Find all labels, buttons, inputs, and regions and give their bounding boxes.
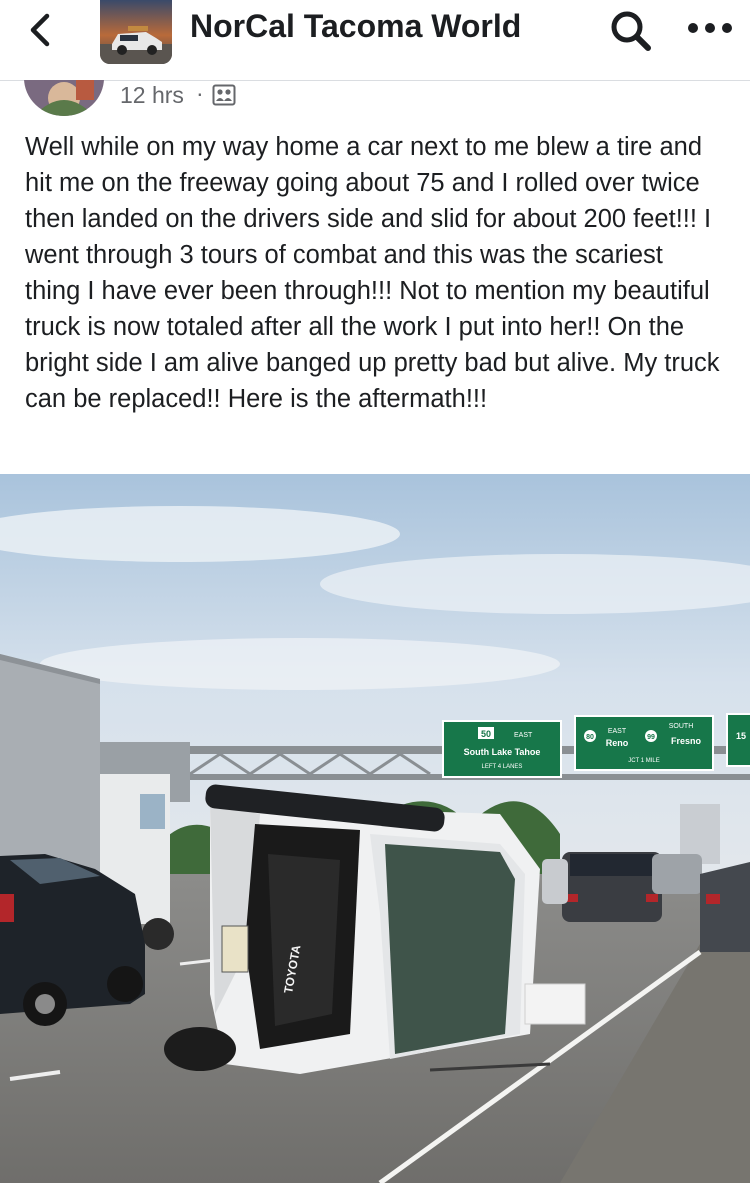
sign-mid-route-b: 99 bbox=[647, 734, 655, 741]
search-icon bbox=[611, 11, 651, 51]
top-navigation-bar: NorCal Tacoma World bbox=[0, 0, 750, 81]
sign-mid-direction-b: SOUTH bbox=[669, 723, 694, 730]
sign-left-route: 50 bbox=[481, 729, 491, 739]
sign-mid-distance: JCT 1 MILE bbox=[628, 758, 660, 764]
group-members-icon bbox=[212, 84, 236, 106]
sign-left-direction: EAST bbox=[514, 732, 533, 739]
sign-mid-destination-a: Reno bbox=[606, 738, 629, 748]
post-header: 12 hrs · bbox=[0, 80, 750, 120]
search-button[interactable] bbox=[606, 6, 654, 54]
group-title[interactable]: NorCal Tacoma World bbox=[190, 8, 521, 45]
sign-right-route: 15 bbox=[736, 731, 746, 741]
sign-left-destination: South Lake Tahoe bbox=[464, 747, 541, 757]
more-options-button[interactable] bbox=[684, 6, 738, 54]
sign-left-lanes: LEFT 4 LANES bbox=[482, 764, 523, 770]
post-body-text: Well while on my way home a car next to … bbox=[25, 133, 720, 413]
sign-mid-destination-b: Fresno bbox=[671, 736, 702, 746]
more-horizontal-icon bbox=[688, 23, 732, 33]
sign-mid-direction-a: EAST bbox=[608, 728, 627, 735]
post-timestamp[interactable]: 12 hrs bbox=[120, 82, 184, 109]
group-avatar[interactable] bbox=[100, 0, 172, 64]
post-photo[interactable]: 50 EAST South Lake Tahoe LEFT 4 LANES 80… bbox=[0, 474, 750, 1183]
sign-mid-route-a: 80 bbox=[586, 734, 594, 741]
chevron-left-icon bbox=[30, 13, 50, 47]
back-button[interactable] bbox=[22, 12, 58, 48]
meta-separator: · bbox=[196, 80, 204, 106]
